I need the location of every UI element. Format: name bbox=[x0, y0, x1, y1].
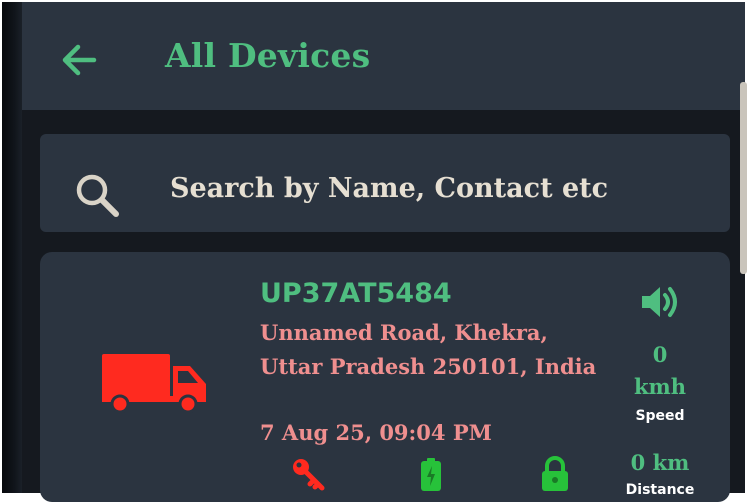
device-card[interactable]: UP37AT5484 Unnamed Road, Khekra, Uttar P… bbox=[40, 252, 730, 502]
volume-icon[interactable] bbox=[638, 282, 682, 322]
device-name: UP37AT5484 bbox=[260, 278, 452, 309]
truck-icon bbox=[102, 354, 206, 414]
device-address-line-2: Uttar Pradesh 250101, India bbox=[260, 354, 597, 379]
speed-value: 0 bbox=[652, 342, 668, 367]
last-update-timestamp: 7 Aug 25, 09:04 PM bbox=[260, 420, 492, 445]
lock-icon bbox=[542, 456, 568, 491]
screen-bezel bbox=[2, 2, 22, 493]
distance-value: 0 km bbox=[630, 450, 690, 475]
search-icon bbox=[76, 174, 119, 217]
header-divider bbox=[22, 110, 745, 134]
search-input[interactable] bbox=[170, 166, 610, 210]
distance-label: Distance bbox=[625, 482, 695, 498]
speed-label: Speed bbox=[635, 408, 685, 424]
scrollbar-thumb[interactable] bbox=[740, 82, 747, 274]
app-bar: All Devices bbox=[22, 2, 745, 110]
page-title: All Devices bbox=[165, 36, 371, 75]
device-address-line-1: Unnamed Road, Khekra, bbox=[260, 320, 548, 345]
arrow-left-icon[interactable] bbox=[58, 40, 98, 80]
battery-icon bbox=[421, 458, 441, 491]
search-bar[interactable] bbox=[40, 134, 730, 232]
speed-unit: kmh bbox=[633, 374, 687, 399]
key-icon bbox=[293, 459, 325, 491]
